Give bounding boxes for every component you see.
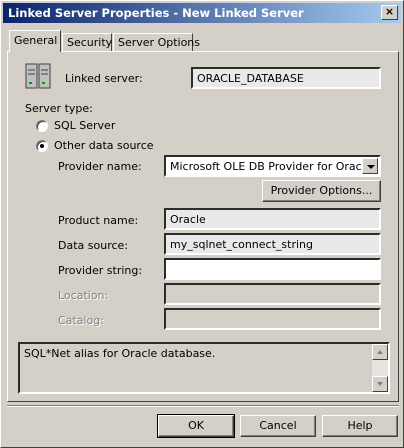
catalog-label: Catalog:	[58, 314, 104, 327]
tab-security[interactable]: Security	[62, 33, 112, 51]
other-data-source-label[interactable]: Other data source	[54, 139, 154, 152]
radio-selected-dot	[40, 144, 44, 148]
sql-server-radio[interactable]	[36, 120, 48, 132]
data-source-label: Data source:	[58, 239, 128, 252]
title-bar: Linked Server Properties - New Linked Se…	[3, 3, 401, 23]
general-panel: Linked server: ORACLE_DATABASE Server ty…	[7, 51, 399, 402]
help-button[interactable]: Help	[322, 415, 398, 437]
provider-name-label: Provider name:	[58, 160, 142, 173]
description-text: SQL*Net alias for Oracle database.	[24, 347, 216, 360]
sql-server-label[interactable]: SQL Server	[54, 119, 115, 132]
scroll-down-icon[interactable]	[372, 376, 388, 392]
linked-server-label: Linked server:	[65, 72, 143, 85]
footer-divider	[7, 405, 399, 407]
chevron-down-icon[interactable]	[362, 158, 378, 174]
scroll-up-icon[interactable]	[372, 344, 388, 360]
window-title: Linked Server Properties - New Linked Se…	[8, 6, 304, 20]
product-name-input[interactable]: Oracle	[164, 208, 381, 230]
description-box: SQL*Net alias for Oracle database.	[18, 342, 390, 394]
linked-server-input[interactable]: ORACLE_DATABASE	[191, 67, 381, 89]
provider-name-value: Microsoft OLE DB Provider for Oracle	[170, 160, 372, 173]
data-source-input[interactable]: my_sqlnet_connect_string	[164, 233, 381, 255]
server-icon	[25, 63, 51, 89]
catalog-input	[164, 308, 381, 330]
description-scrollbar[interactable]	[372, 344, 388, 392]
provider-string-label: Provider string:	[58, 264, 143, 277]
location-input	[164, 283, 381, 305]
server-type-label: Server type:	[25, 102, 93, 115]
tab-server-options[interactable]: Server Options	[113, 33, 200, 51]
provider-string-input[interactable]	[164, 258, 381, 280]
ok-button[interactable]: OK	[157, 414, 235, 438]
product-name-label: Product name:	[58, 214, 139, 227]
linked-server-dialog: Linked Server Properties - New Linked Se…	[0, 0, 404, 448]
provider-name-select[interactable]: Microsoft OLE DB Provider for Oracle	[164, 155, 381, 177]
location-label: Location:	[58, 289, 109, 302]
provider-options-button[interactable]: Provider Options...	[262, 180, 381, 202]
cancel-button[interactable]: Cancel	[240, 415, 316, 437]
close-button[interactable]: ×	[381, 5, 398, 20]
other-data-source-radio[interactable]	[36, 140, 48, 152]
tab-general[interactable]: General	[9, 30, 61, 52]
